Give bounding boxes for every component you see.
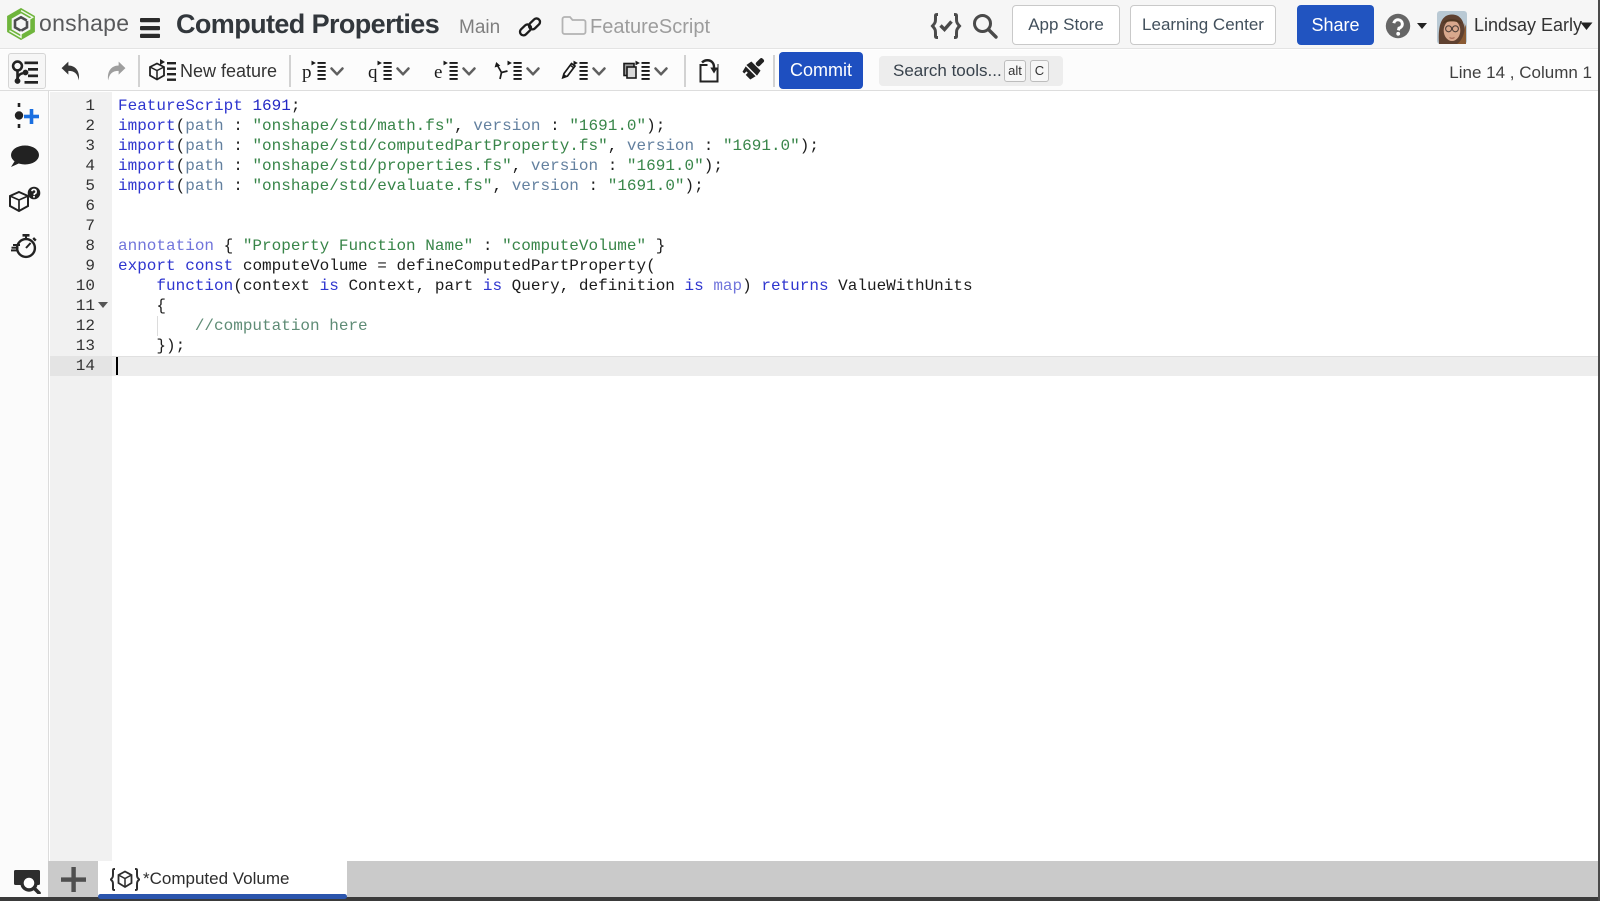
svg-text:e: e — [434, 62, 442, 83]
svg-text:p: p — [302, 62, 312, 83]
svg-text:q: q — [368, 62, 378, 83]
